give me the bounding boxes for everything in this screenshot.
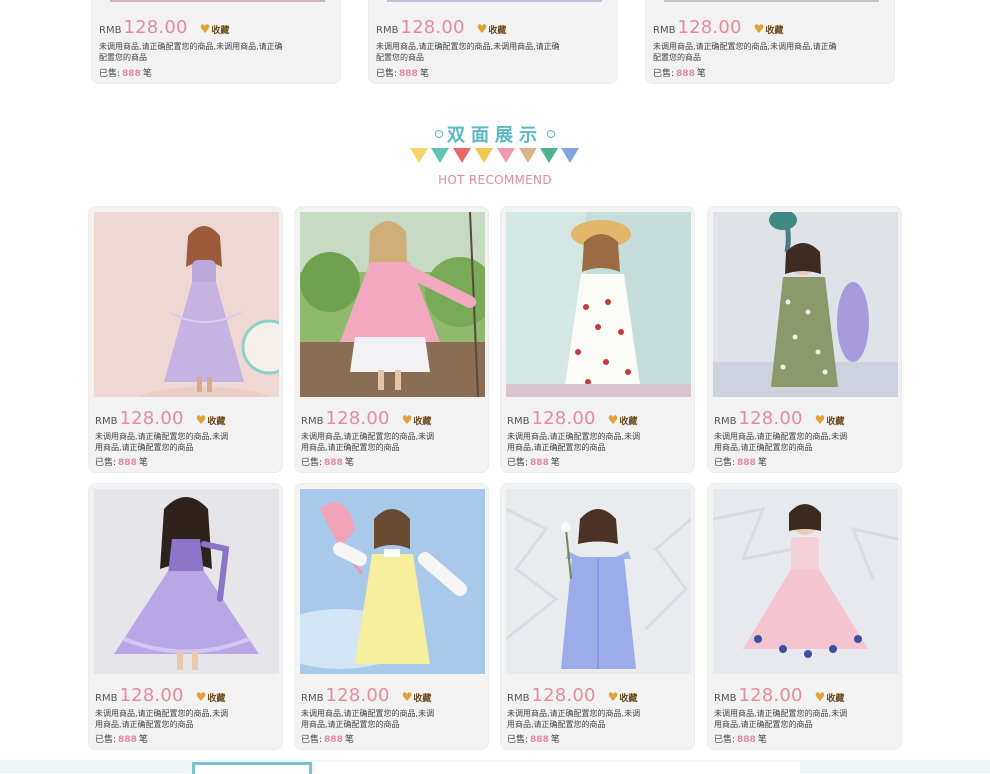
product-card[interactable]: RMB 128.00 ♥ 收藏 未调用商品,请正确配置您的商品,未调用商品,请正确…	[500, 206, 695, 473]
price: 128.00	[531, 685, 596, 706]
product-description: 未调用商品,请正确配置您的商品,未调用商品,请正确配置您的商品	[95, 709, 229, 729]
sold-count: 已售: 888 笔	[714, 458, 767, 468]
currency-label: RMB	[507, 416, 530, 427]
favorite-button[interactable]: ♥ 收藏	[196, 413, 226, 427]
price: 128.00	[325, 685, 390, 706]
heart-icon: ♥	[195, 413, 207, 427]
sold-count: 已售: 888 笔	[301, 458, 354, 468]
next-section-panel	[315, 762, 800, 773]
sold-count: 已售: 888 笔	[507, 458, 560, 468]
product-description: 未调用商品,请正确配置您的商品,未调用商品,请正确配置您的商品	[99, 42, 283, 62]
currency-label: RMB	[95, 416, 118, 427]
product-photo-yellow-dress[interactable]	[300, 489, 485, 674]
product-photo-purple-tulle-dress[interactable]	[94, 489, 279, 674]
product-card[interactable]: RMB 128.00 ♥ 收藏 未调用商品,请正确配置您的商品,未调用商品,请正确…	[707, 206, 902, 473]
product-description: 未调用商品,请正确配置您的商品,未调用商品,请正确配置您的商品	[507, 709, 641, 729]
heart-icon: ♥	[607, 413, 619, 427]
product-card[interactable]: RMB 128.00 ♥ 收藏 未调用商品,请正确配置您的商品,未调用商品,请正确…	[88, 483, 283, 750]
product-photo-lavender-dress[interactable]	[94, 212, 279, 397]
product-card[interactable]: RMB 128.00 ♥ 收藏 未调用商品,请正确配置您的商品,未调用商品,请正确…	[645, 0, 895, 84]
heart-icon: ♥	[607, 690, 619, 704]
product-card[interactable]: RMB 128.00 ♥ 收藏 未调用商品,请正确配置您的商品,未调用商品,请正确…	[500, 483, 695, 750]
favorite-button[interactable]: ♥ 收藏	[754, 22, 784, 36]
product-card[interactable]: RMB 128.00 ♥ 收藏 未调用商品,请正确配置您的商品,未调用商品,请正确…	[294, 483, 489, 750]
product-photo-strip	[664, 0, 879, 2]
section-title: 双面展示	[447, 125, 543, 146]
heart-icon: ♥	[195, 690, 207, 704]
product-photo-pink-jacket[interactable]	[300, 212, 485, 397]
currency-label: RMB	[99, 25, 122, 36]
currency-label: RMB	[714, 693, 737, 704]
ring-icon	[435, 130, 443, 138]
favorite-button[interactable]: ♥ 收藏	[608, 690, 638, 704]
heart-icon: ♥	[814, 413, 826, 427]
product-card[interactable]: RMB 128.00 ♥ 收藏 未调用商品,请正确配置您的商品,未调用商品,请正确…	[294, 206, 489, 473]
section-header: 双面展示	[0, 121, 990, 147]
price: 128.00	[738, 685, 803, 706]
section-subtitle-wrap: HOT RECOMMEND	[0, 169, 990, 188]
sold-count: 已售: 888 笔	[95, 458, 148, 468]
ring-icon	[547, 130, 555, 138]
heart-icon: ♥	[199, 22, 211, 36]
product-card[interactable]: RMB 128.00 ♥ 收藏 未调用商品,请正确配置您的商品,未调用商品,请正确…	[91, 0, 341, 84]
favorite-button[interactable]: ♥ 收藏	[200, 22, 230, 36]
product-photo-cherry-dress[interactable]	[506, 212, 691, 397]
favorite-button[interactable]: ♥ 收藏	[477, 22, 507, 36]
currency-label: RMB	[301, 693, 324, 704]
favorite-button[interactable]: ♥ 收藏	[402, 690, 432, 704]
heart-icon: ♥	[476, 22, 488, 36]
product-photo-blue-dress[interactable]	[506, 489, 691, 674]
favorite-button[interactable]: ♥ 收藏	[608, 413, 638, 427]
sold-count: 已售: 888 笔	[301, 735, 354, 745]
currency-label: RMB	[507, 693, 530, 704]
favorite-button[interactable]: ♥ 收藏	[815, 413, 845, 427]
product-photo-pink-tulle-dress[interactable]	[713, 489, 898, 674]
product-photo-floral-dress[interactable]	[713, 212, 898, 397]
sold-count: 已售: 888 笔	[507, 735, 560, 745]
price: 128.00	[400, 17, 465, 38]
product-description: 未调用商品,请正确配置您的商品,未调用商品,请正确配置您的商品	[376, 42, 560, 62]
product-description: 未调用商品,请正确配置您的商品,未调用商品,请正确配置您的商品	[301, 709, 435, 729]
currency-label: RMB	[301, 416, 324, 427]
price: 128.00	[677, 17, 742, 38]
product-card[interactable]: RMB 128.00 ♥ 收藏 未调用商品,请正确配置您的商品,未调用商品,请正确…	[707, 483, 902, 750]
sold-count: 已售: 888 笔	[95, 735, 148, 745]
heart-icon: ♥	[814, 690, 826, 704]
currency-label: RMB	[653, 25, 676, 36]
currency-label: RMB	[376, 25, 399, 36]
product-photo-strip	[387, 0, 602, 2]
product-description: 未调用商品,请正确配置您的商品,未调用商品,请正确配置您的商品	[95, 432, 229, 452]
product-description: 未调用商品,请正确配置您的商品,未调用商品,请正确配置您的商品	[714, 709, 848, 729]
product-card[interactable]: RMB 128.00 ♥ 收藏 未调用商品,请正确配置您的商品,未调用商品,请正确…	[88, 206, 283, 473]
sold-count: 已售: 888 笔	[376, 69, 429, 79]
favorite-button[interactable]: ♥ 收藏	[196, 690, 226, 704]
heart-icon: ♥	[753, 22, 765, 36]
currency-label: RMB	[95, 693, 118, 704]
section-subtitle: HOT RECOMMEND	[438, 173, 552, 187]
sold-count: 已售: 888 笔	[653, 69, 706, 79]
currency-label: RMB	[714, 416, 737, 427]
sold-count: 已售: 888 笔	[99, 69, 152, 79]
heart-icon: ♥	[401, 690, 413, 704]
product-description: 未调用商品,请正确配置您的商品,未调用商品,请正确配置您的商品	[301, 432, 435, 452]
product-description: 未调用商品,请正确配置您的商品,未调用商品,请正确配置您的商品	[507, 432, 641, 452]
product-description: 未调用商品,请正确配置您的商品,未调用商品,请正确配置您的商品	[653, 42, 837, 62]
next-section-frame	[192, 762, 312, 774]
heart-icon: ♥	[401, 413, 413, 427]
price: 128.00	[119, 685, 184, 706]
product-photo-strip	[110, 0, 325, 2]
product-card[interactable]: RMB 128.00 ♥ 收藏 未调用商品,请正确配置您的商品,未调用商品,请正确…	[368, 0, 618, 84]
sold-count: 已售: 888 笔	[714, 735, 767, 745]
price: 128.00	[738, 408, 803, 429]
bunting-flags-icon	[410, 148, 579, 163]
price: 128.00	[123, 17, 188, 38]
price: 128.00	[119, 408, 184, 429]
product-description: 未调用商品,请正确配置您的商品,未调用商品,请正确配置您的商品	[714, 432, 848, 452]
favorite-button[interactable]: ♥ 收藏	[815, 690, 845, 704]
favorite-button[interactable]: ♥ 收藏	[402, 413, 432, 427]
price: 128.00	[325, 408, 390, 429]
price: 128.00	[531, 408, 596, 429]
